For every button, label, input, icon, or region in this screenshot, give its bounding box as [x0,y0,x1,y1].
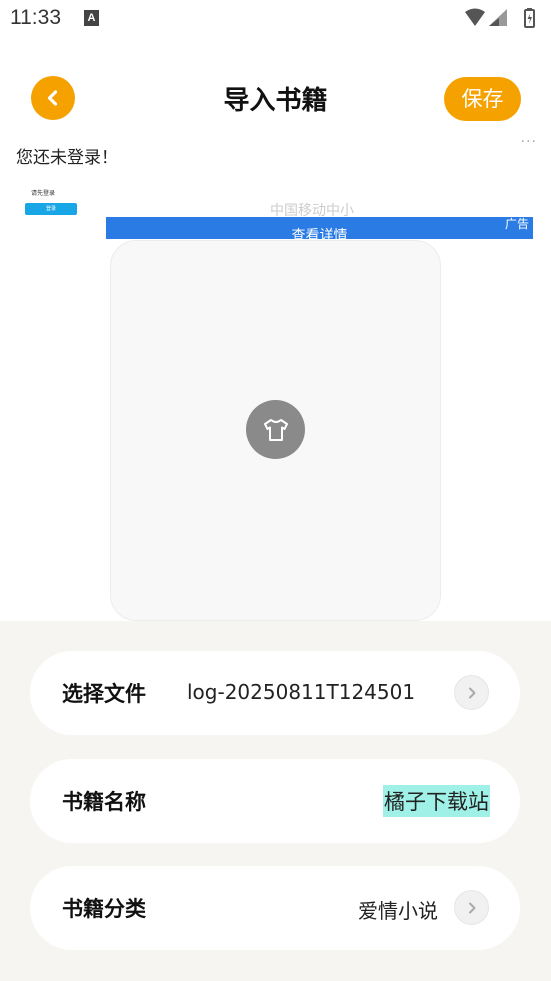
book-category-label: 书籍分类 [62,897,146,921]
ad-banner-text: 查看详情 [291,228,348,239]
chevron-right-icon [454,675,489,710]
ad-banner[interactable]: 查看详情 广告 [106,217,533,239]
battery-icon [524,8,535,28]
select-file-label: 选择文件 [62,682,146,706]
status-time: 11:33 [10,6,61,29]
status-icons [465,8,535,28]
book-name-label: 书籍名称 [62,790,146,814]
ad-thumbnail[interactable]: 请先登录 登录 [16,182,86,220]
ad-thumbnail-text: 请先登录 [31,190,56,197]
book-name-input[interactable]: 橘子下载站 [383,785,490,817]
ad-tag: 广告 [504,217,529,231]
shirt-icon-glyph [263,418,288,441]
book-name-row[interactable]: 书籍名称 橘子下载站 [30,759,520,843]
login-notice[interactable]: 您还未登录！ [16,143,118,168]
notification-icon: A [84,10,99,26]
select-file-row[interactable]: 选择文件 log-20250811T124501 [30,651,520,735]
save-button[interactable]: 保存 [444,77,521,121]
shirt-icon[interactable] [246,400,305,459]
form-panel: 选择文件 log-20250811T124501 书籍名称 橘子下载站 书籍分类… [0,621,551,981]
book-category-value: 爱情小说 [358,899,438,923]
ad-thumbnail-button: 登录 [25,203,77,215]
select-file-value: log-20250811T124501 [187,680,416,704]
more-options-icon[interactable]: ··· [521,134,537,150]
wifi-icon [465,8,485,26]
status-bar: 11:33 A [0,0,551,38]
book-category-row[interactable]: 书籍分类 爱情小说 [30,866,520,950]
ad-faint-text: 中国移动中小 [270,203,354,216]
chevron-right-icon [454,890,489,925]
